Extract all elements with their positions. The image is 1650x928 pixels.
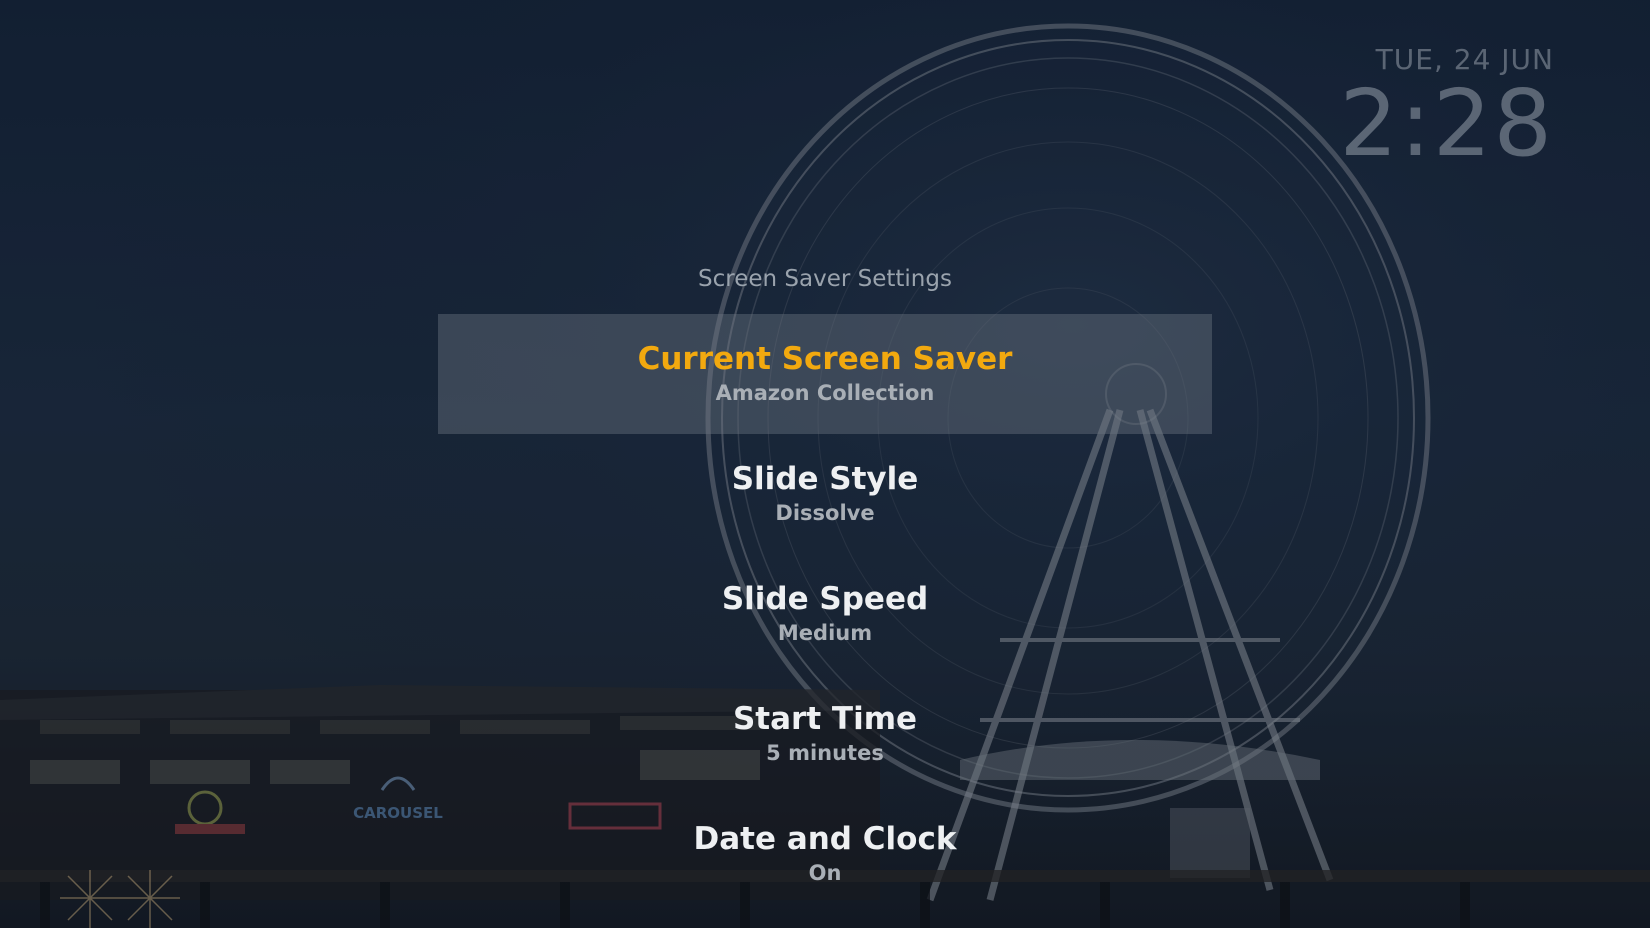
screen-saver-settings-screen: CAROUSEL TUE, 24 JUN 2:28 Screen Saver S… xyxy=(0,0,1650,928)
menu-item-label: Start Time xyxy=(732,701,918,737)
menu-item-value: Amazon Collection xyxy=(715,381,935,405)
page-title: Screen Saver Settings xyxy=(698,266,952,292)
menu-item-value: On xyxy=(808,861,842,885)
menu-item-value: Dissolve xyxy=(775,501,875,525)
menu-item-date-and-clock[interactable]: Date and Clock On xyxy=(438,794,1212,914)
menu-item-current-screen-saver[interactable]: Current Screen Saver Amazon Collection xyxy=(438,314,1212,434)
menu-item-start-time[interactable]: Start Time 5 minutes xyxy=(438,674,1212,794)
menu-item-value: Medium xyxy=(777,621,873,645)
clock-time: 2:28 xyxy=(1339,70,1554,177)
date-clock: TUE, 24 JUN 2:28 xyxy=(1339,44,1554,172)
menu-item-label: Current Screen Saver xyxy=(637,341,1013,377)
menu-item-label: Slide Style xyxy=(731,461,919,497)
menu-item-slide-style[interactable]: Slide Style Dissolve xyxy=(438,434,1212,554)
settings-menu: Current Screen Saver Amazon Collection S… xyxy=(438,314,1212,914)
menu-item-slide-speed[interactable]: Slide Speed Medium xyxy=(438,554,1212,674)
menu-item-label: Date and Clock xyxy=(693,821,957,857)
menu-item-label: Slide Speed xyxy=(721,581,929,617)
menu-item-value: 5 minutes xyxy=(766,741,884,765)
